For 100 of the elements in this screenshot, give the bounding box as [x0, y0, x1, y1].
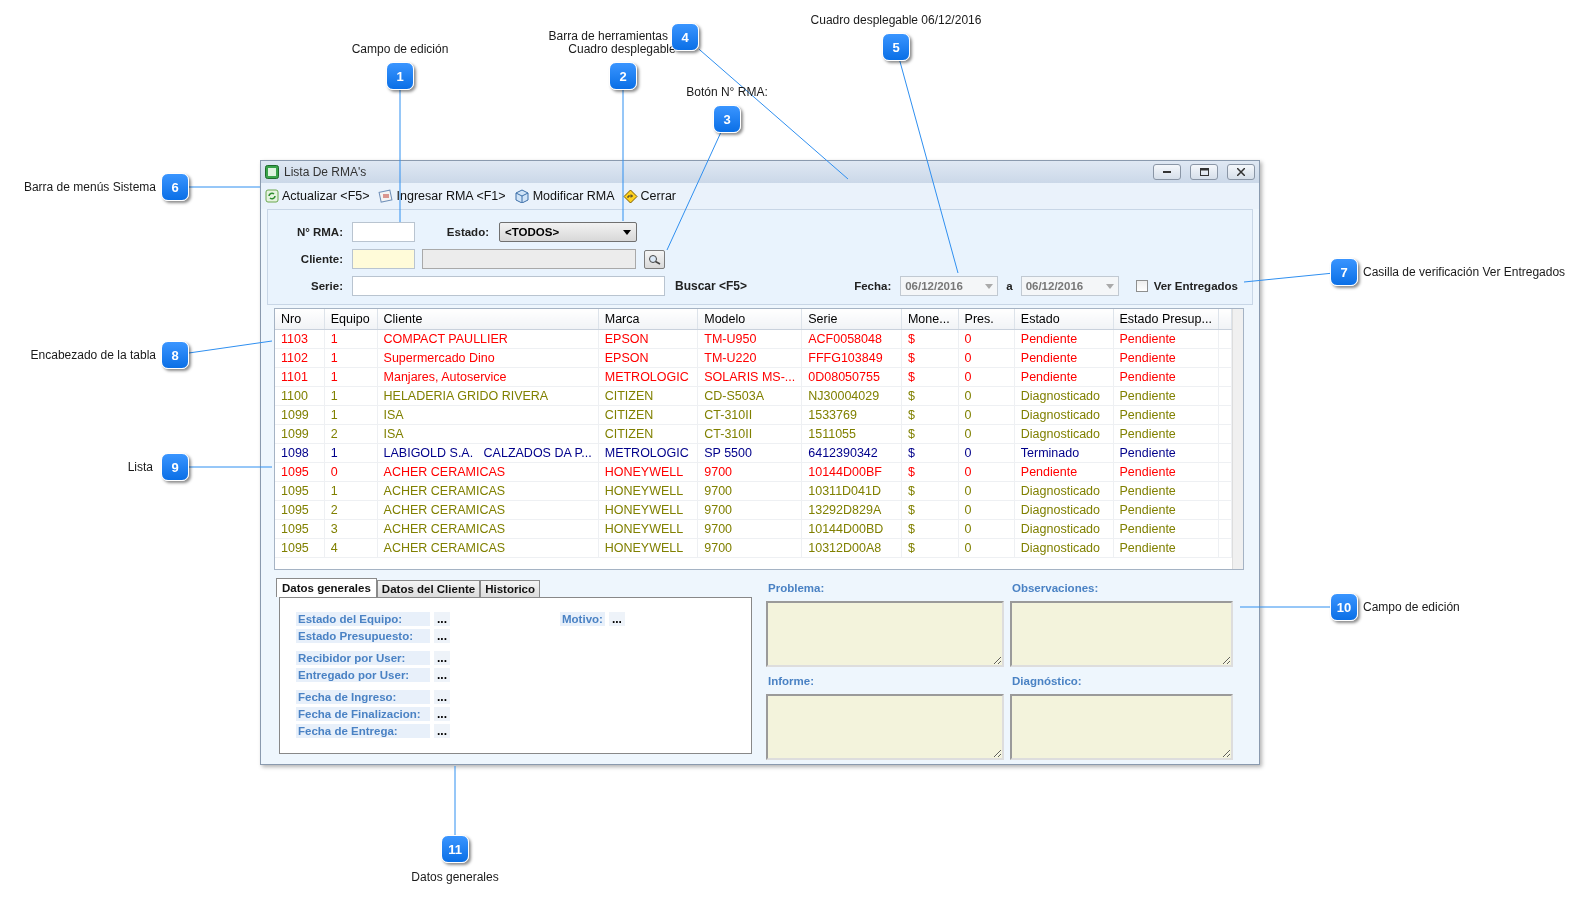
table-cell: $	[901, 500, 959, 520]
column-header[interactable]: Estado Presup...	[1113, 309, 1219, 330]
maximize-icon	[1199, 168, 1209, 176]
minimize-icon	[1163, 170, 1171, 174]
callout-badge: 11	[441, 835, 469, 863]
column-header[interactable]: Equipo	[324, 309, 378, 330]
column-header[interactable]: Serie	[801, 309, 902, 330]
callout-badge: 9	[161, 453, 189, 481]
table-cell: 1095	[275, 538, 325, 558]
table-cell: 9700	[697, 462, 802, 482]
table-cell: 1101	[275, 367, 325, 387]
minimize-button[interactable]	[1153, 164, 1181, 180]
checkbox[interactable]	[1135, 280, 1148, 292]
table-cell: 0	[958, 367, 1015, 387]
column-header[interactable]: Marca	[598, 309, 698, 330]
serial-field[interactable]	[352, 276, 665, 296]
table-cell: CITIZEN	[598, 386, 698, 406]
tab[interactable]: Datos del Cliente	[376, 580, 481, 597]
scrollbar[interactable]	[1232, 309, 1243, 569]
table-cell: Diagnosticado	[1014, 386, 1113, 406]
table-cell: 0	[958, 538, 1015, 558]
table-cell: HONEYWELL	[598, 462, 698, 482]
table-cell: Pendiente	[1113, 348, 1219, 368]
callout-badge: 10	[1330, 593, 1358, 621]
date-from-dropdown[interactable]: 06/12/2016	[900, 276, 999, 296]
callout-label: Campo de edición	[351, 42, 449, 56]
caret-icon	[1105, 283, 1114, 289]
table-cell: Pendiente	[1113, 538, 1219, 558]
table-cell: 0	[958, 405, 1015, 425]
callout-label: Cuadro desplegable 06/12/2016	[810, 13, 982, 27]
table-cell: $	[901, 481, 959, 501]
table-cell: ISA	[377, 405, 599, 425]
table-cell: 10144D00BF	[801, 462, 902, 482]
callout-label: Botón N° RMA:	[686, 85, 768, 99]
table-cell: HELADERIA GRIDO RIVERA	[377, 386, 599, 406]
text-area[interactable]	[766, 600, 1004, 667]
table-cell: 10144D00BD	[801, 519, 902, 539]
detail-value: ...	[608, 612, 625, 626]
callout-badge: 7	[1330, 258, 1358, 286]
table-cell: TM-U950	[697, 329, 802, 349]
table-cell: Diagnosticado	[1014, 519, 1113, 539]
callout-label: Datos generales	[411, 870, 499, 884]
search-button[interactable]	[644, 249, 665, 269]
close-button[interactable]	[1227, 164, 1255, 180]
table-cell: Diagnosticado	[1014, 481, 1113, 501]
client-name-field[interactable]	[422, 249, 636, 269]
table-cell: NJ30004029	[801, 386, 902, 406]
table-cell: 1	[324, 443, 378, 463]
table-cell: METROLOGIC	[598, 367, 698, 387]
detail-label: Fecha de Ingreso:	[296, 690, 430, 704]
table-cell: ACF0058048	[801, 329, 902, 349]
toolbar-button[interactable]: Actualizar <F5>	[265, 189, 370, 203]
column-header[interactable]: Nro	[275, 309, 325, 330]
table-cell: 9700	[697, 481, 802, 501]
text-area[interactable]	[1010, 600, 1233, 667]
field-label: Fecha:	[854, 280, 892, 292]
tab[interactable]: Historico	[480, 580, 540, 597]
detail-label: Estado Presupuesto:	[296, 629, 430, 643]
table-cell: FFFG103849	[801, 348, 902, 368]
toolbar-button[interactable]: Cerrar	[622, 188, 676, 204]
table-cell: COMPACT PAULLIER	[377, 329, 599, 349]
table-cell: 1095	[275, 519, 325, 539]
table-cell: Pendiente	[1113, 424, 1219, 444]
text-area[interactable]	[766, 693, 1004, 760]
date-separator: a	[1006, 280, 1013, 292]
column-header[interactable]: Pres.	[958, 309, 1015, 330]
callout-badge: 2	[609, 62, 637, 90]
table-cell: CT-310II	[697, 405, 802, 425]
search-shortcut-label: Buscar <F5>	[675, 279, 748, 293]
table-cell: ISA	[377, 424, 599, 444]
maximize-button[interactable]	[1190, 164, 1218, 180]
table-cell: HONEYWELL	[598, 538, 698, 558]
table-cell: ACHER CERAMICAS	[377, 462, 599, 482]
toolbar-button[interactable]: Modificar RMA	[513, 189, 615, 203]
column-header[interactable]: Estado	[1014, 309, 1113, 330]
box-icon	[513, 189, 530, 203]
toolbar-button[interactable]: Ingresar RMA <F1>	[377, 189, 506, 203]
table-cell: 1	[324, 329, 378, 349]
status-dropdown[interactable]: <TODOS>	[499, 222, 637, 242]
table-cell: 9700	[697, 519, 802, 539]
close-icon	[1237, 168, 1245, 176]
field-label: Cliente:	[299, 253, 343, 265]
callout-label: Lista	[127, 460, 153, 474]
table-cell: 1	[324, 348, 378, 368]
table-cell: ACHER CERAMICAS	[377, 538, 599, 558]
table-cell: 0	[958, 424, 1015, 444]
date-to-dropdown[interactable]: 06/12/2016	[1020, 276, 1119, 296]
column-header[interactable]: Modelo	[697, 309, 802, 330]
column-header[interactable]: Cliente	[377, 309, 599, 330]
table-cell: CITIZEN	[598, 405, 698, 425]
detail-label: Motivo:	[560, 612, 605, 626]
refresh-icon	[265, 189, 279, 203]
column-header[interactable]: Mone...	[901, 309, 959, 330]
callout-badge: 3	[713, 105, 741, 133]
text-area[interactable]	[1010, 693, 1233, 760]
table-cell: Pendiente	[1113, 462, 1219, 482]
rma-number-field[interactable]	[352, 222, 415, 242]
table-cell: HONEYWELL	[598, 500, 698, 520]
client-code-field[interactable]	[352, 249, 415, 269]
tab[interactable]: Datos generales	[276, 578, 377, 597]
